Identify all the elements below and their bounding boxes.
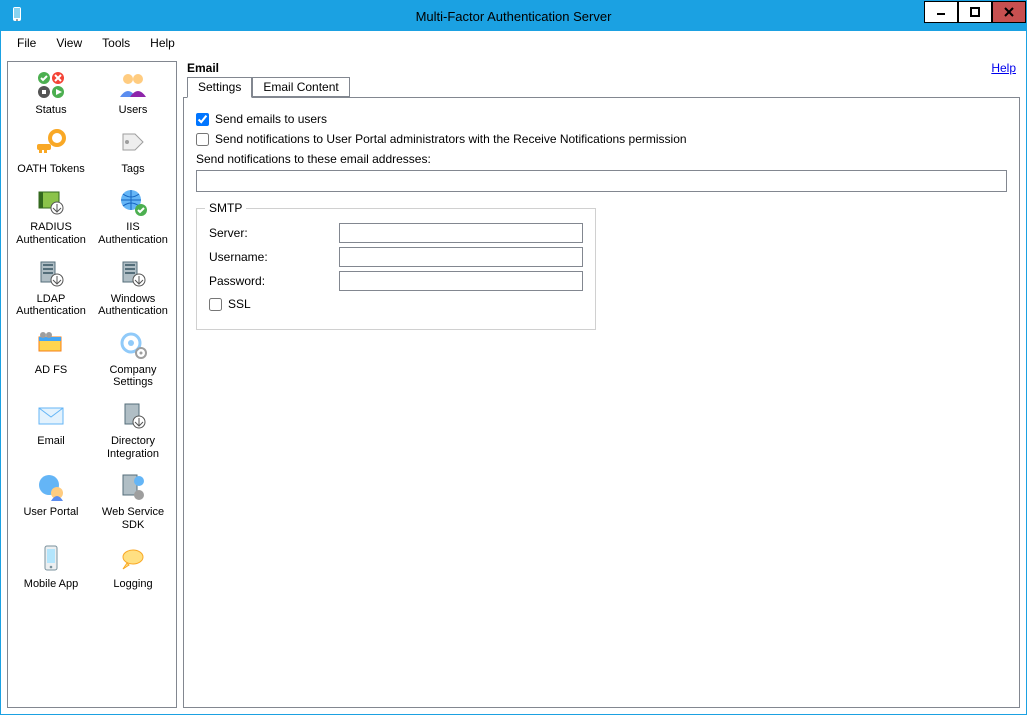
smtp-ssl-label: SSL xyxy=(228,297,251,311)
sidebar-item-oath-tokens[interactable]: OATH Tokens xyxy=(10,125,92,178)
menu-help[interactable]: Help xyxy=(140,34,185,52)
sidebar-item-label: Tags xyxy=(121,163,144,176)
smtp-server-input[interactable] xyxy=(339,223,583,243)
radius-icon xyxy=(35,185,67,219)
sidebar-item-tags[interactable]: Tags xyxy=(92,125,174,178)
smtp-ssl-checkbox[interactable] xyxy=(209,298,222,311)
menu-view[interactable]: View xyxy=(46,34,92,52)
email-addresses-input[interactable] xyxy=(196,170,1007,192)
sidebar-item-label: Status xyxy=(35,104,66,117)
smtp-group-title: SMTP xyxy=(205,201,246,215)
sidebar-item-label: AD FS xyxy=(35,364,67,377)
sidebar-item-web-service-sdk[interactable]: Web Service SDK xyxy=(92,468,174,533)
smtp-server-label: Server: xyxy=(209,226,339,240)
sidebar-item-status[interactable]: Status xyxy=(10,66,92,119)
email-icon xyxy=(35,399,67,433)
menu-file[interactable]: File xyxy=(7,34,46,52)
smtp-groupbox: SMTP Server: Username: Password: xyxy=(196,208,596,330)
smtp-username-input[interactable] xyxy=(339,247,583,267)
menu-tools[interactable]: Tools xyxy=(92,34,140,52)
sidebar-item-label: User Portal xyxy=(23,506,78,519)
help-link[interactable]: Help xyxy=(991,61,1016,75)
sidebar-item-label: Windows Authentication xyxy=(92,293,174,318)
window-controls xyxy=(924,1,1026,31)
maximize-button[interactable] xyxy=(958,1,992,23)
user-portal-icon xyxy=(35,470,67,504)
ldap-icon xyxy=(35,257,67,291)
sidebar-item-iis-auth[interactable]: IIS Authentication xyxy=(92,183,174,248)
smtp-password-input[interactable] xyxy=(339,271,583,291)
content-area: Status Users xyxy=(1,55,1026,714)
menubar: File View Tools Help xyxy=(1,31,1026,55)
iis-icon xyxy=(117,185,149,219)
send-notifications-label: Send notifications to User Portal admini… xyxy=(215,132,687,146)
tab-strip: Settings Email Content xyxy=(183,77,1020,97)
email-addresses-label: Send notifications to these email addres… xyxy=(196,152,1007,166)
tags-icon xyxy=(117,127,149,161)
sidebar-item-email[interactable]: Email xyxy=(10,397,92,462)
page-title: Email xyxy=(187,61,219,75)
sidebar-item-mobile-app[interactable]: Mobile App xyxy=(10,540,92,593)
users-icon xyxy=(117,68,149,102)
sidebar-item-label: Web Service SDK xyxy=(92,506,174,531)
oath-tokens-icon xyxy=(35,127,67,161)
company-settings-icon xyxy=(117,328,149,362)
sidebar-item-users[interactable]: Users xyxy=(92,66,174,119)
sidebar-item-label: Directory Integration xyxy=(92,435,174,460)
web-service-sdk-icon xyxy=(117,470,149,504)
sidebar-item-ldap-auth[interactable]: LDAP Authentication xyxy=(10,255,92,320)
close-button[interactable] xyxy=(992,1,1026,23)
sidebar-item-user-portal[interactable]: User Portal xyxy=(10,468,92,533)
titlebar: Multi-Factor Authentication Server xyxy=(1,1,1026,31)
tab-email-content[interactable]: Email Content xyxy=(252,77,349,97)
status-icon xyxy=(35,68,67,102)
send-emails-checkbox[interactable] xyxy=(196,113,209,126)
app-icon xyxy=(5,4,29,28)
adfs-icon xyxy=(35,328,67,362)
logging-icon xyxy=(117,542,149,576)
smtp-username-label: Username: xyxy=(209,250,339,264)
sidebar-item-company-settings[interactable]: Company Settings xyxy=(92,326,174,391)
sidebar-item-label: RADIUS Authentication xyxy=(10,221,92,246)
sidebar-item-directory-integration[interactable]: Directory Integration xyxy=(92,397,174,462)
main-panel: Email Help Settings Email Content Send e… xyxy=(183,61,1020,708)
windows-auth-icon xyxy=(117,257,149,291)
sidebar-item-label: Logging xyxy=(113,578,152,591)
sidebar-item-label: Mobile App xyxy=(24,578,78,591)
sidebar-item-label: Company Settings xyxy=(92,364,174,389)
tab-settings[interactable]: Settings xyxy=(187,77,252,98)
sidebar-item-radius-auth[interactable]: RADIUS Authentication xyxy=(10,183,92,248)
minimize-button[interactable] xyxy=(924,1,958,23)
sidebar-item-logging[interactable]: Logging xyxy=(92,540,174,593)
directory-integration-icon xyxy=(117,399,149,433)
sidebar-item-adfs[interactable]: AD FS xyxy=(10,326,92,391)
sidebar: Status Users xyxy=(7,61,177,708)
send-emails-label: Send emails to users xyxy=(215,112,327,126)
send-notifications-checkbox[interactable] xyxy=(196,133,209,146)
smtp-password-label: Password: xyxy=(209,274,339,288)
mobile-app-icon xyxy=(35,542,67,576)
app-window: Multi-Factor Authentication Server File … xyxy=(0,0,1027,715)
sidebar-item-label: OATH Tokens xyxy=(17,163,84,176)
sidebar-item-label: LDAP Authentication xyxy=(10,293,92,318)
sidebar-item-label: Users xyxy=(119,104,148,117)
window-title: Multi-Factor Authentication Server xyxy=(1,9,1026,24)
sidebar-item-label: Email xyxy=(37,435,65,448)
sidebar-item-label: IIS Authentication xyxy=(92,221,174,246)
settings-panel: Send emails to users Send notifications … xyxy=(183,97,1020,708)
sidebar-item-windows-auth[interactable]: Windows Authentication xyxy=(92,255,174,320)
